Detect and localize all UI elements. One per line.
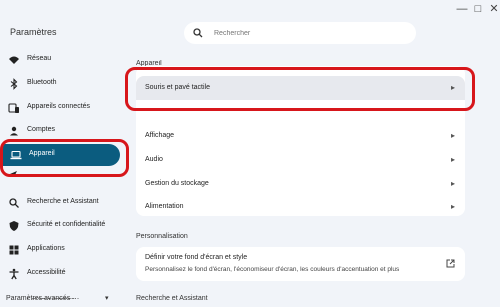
chevron-right-icon: ▸ xyxy=(450,131,455,140)
wallpaper-card[interactable]: Définir votre fond d'écran et style Pers… xyxy=(136,247,465,281)
app-header: Paramètres xyxy=(0,20,500,46)
sidebar-item-label: Applications xyxy=(27,245,65,252)
sidebar-item-label: Bluetooth xyxy=(27,79,57,86)
sidebar-item-label: Accessibilité xyxy=(27,269,66,276)
wallpaper-description: Personnalisez le fond d'écran, l'économi… xyxy=(145,266,400,273)
sidebar-item-connected-devices[interactable]: Appareils connectés xyxy=(0,97,126,119)
row-label: Affichage xyxy=(145,132,175,139)
account-icon xyxy=(10,126,18,136)
sidebar-item-label: Réseau xyxy=(27,55,52,62)
sidebar-item-label: Comptes xyxy=(27,126,56,133)
row-label: Gestion du stockage xyxy=(145,180,209,187)
section-title-personalization: Personnalisation xyxy=(136,233,188,240)
shield-icon xyxy=(9,221,19,231)
advanced-settings-toggle[interactable]: Paramètres avancés xyxy=(6,295,70,302)
row-label: Alimentation xyxy=(145,203,184,210)
sidebar-item-accessibility[interactable]: Accessibilité xyxy=(0,263,126,285)
external-link-icon xyxy=(446,259,455,268)
sidebar-item-label: Sécurité et confidentialité xyxy=(27,221,106,228)
chevron-down-icon: ▾ xyxy=(105,295,109,302)
app-title: Paramètres xyxy=(10,27,57,37)
sidebar-item-label: Appareils connectés xyxy=(27,103,91,110)
search-input[interactable] xyxy=(214,22,404,44)
annotation-highlight-mouse-touchpad xyxy=(125,67,475,111)
search-box[interactable] xyxy=(184,22,416,44)
display-row[interactable]: Affichage ▸ xyxy=(136,124,465,148)
wifi-icon xyxy=(9,56,19,64)
search-icon xyxy=(193,28,203,38)
storage-row[interactable]: Gestion du stockage ▸ xyxy=(136,172,465,196)
sidebar-item-label: Recherche et Assistant xyxy=(27,198,99,205)
audio-row[interactable]: Audio ▸ xyxy=(136,148,465,172)
annotation-highlight-sidebar xyxy=(0,139,129,177)
sidebar-item-search-assistant[interactable]: Recherche et Assistant xyxy=(0,192,126,214)
row-label: Audio xyxy=(145,156,163,163)
accessibility-icon xyxy=(9,268,19,280)
connected-devices-icon xyxy=(8,103,19,113)
apps-grid-icon xyxy=(9,245,19,255)
close-icon[interactable]: ✕ xyxy=(488,3,500,15)
chevron-right-icon: ▸ xyxy=(450,155,455,164)
sidebar-item-network[interactable]: Réseau xyxy=(0,49,126,71)
chevron-right-icon: ▸ xyxy=(450,202,455,211)
sidebar-item-bluetooth[interactable]: Bluetooth xyxy=(0,73,126,95)
minimize-icon[interactable]: — xyxy=(456,3,468,15)
sidebar-item-security[interactable]: Sécurité et confidentialité xyxy=(0,215,126,237)
sidebar-item-applications[interactable]: Applications xyxy=(0,239,126,261)
title-bar: — □ ✕ xyxy=(0,0,500,20)
maximize-icon[interactable]: □ xyxy=(472,3,484,15)
wallpaper-title: Définir votre fond d'écran et style xyxy=(145,254,248,261)
bluetooth-icon xyxy=(10,78,18,90)
search-icon xyxy=(9,198,19,208)
section-title-search-assistant: Recherche et Assistant xyxy=(136,295,208,302)
chevron-right-icon: ▸ xyxy=(450,179,455,188)
power-row[interactable]: Alimentation ▸ xyxy=(136,195,465,219)
